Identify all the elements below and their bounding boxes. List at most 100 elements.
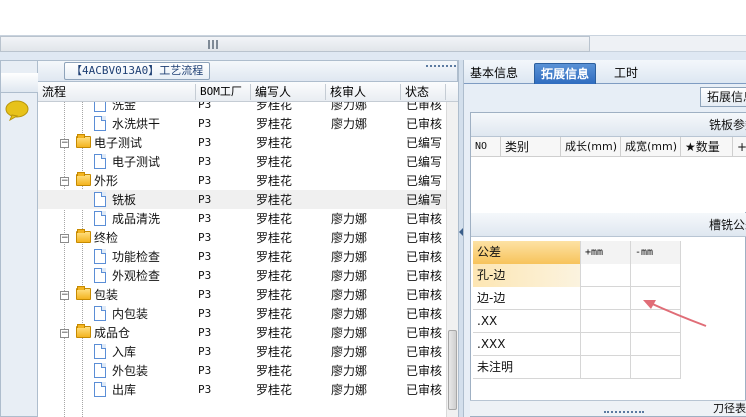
tree-row[interactable]: 外包装 P3 罗桂花 廖力娜 已审核 [38, 361, 446, 380]
extended-info-button[interactable]: 拓展信息 [700, 87, 746, 107]
tree-row-name: 电子测试 [112, 155, 161, 169]
document-icon [94, 249, 106, 264]
tree-row[interactable]: − 外形 P3 罗桂花 已编写 [38, 171, 446, 190]
collapse-handle-icon[interactable] [604, 411, 644, 415]
tree-row-writer: 罗桂花 [256, 136, 293, 150]
tree-row[interactable]: 外观检查 P3 罗桂花 廖力娜 已审核 [38, 266, 446, 285]
tree-row-status: 已审核 [406, 288, 443, 302]
tree-row[interactable]: 铣板 P3 罗桂花 已编写 [38, 190, 446, 209]
tolerance-row-label: 未注明 [473, 356, 581, 379]
mill-col-category[interactable]: 类别 [501, 137, 561, 157]
tolerance-col-plus[interactable]: +mm [581, 241, 631, 264]
detail-tabs: 基本信息 拓展信息 工时 [464, 60, 746, 84]
tree-row[interactable]: 内包装 P3 罗桂花 廖力娜 已审核 [38, 304, 446, 323]
tolerance-plus-cell[interactable] [581, 333, 631, 356]
tree-row[interactable]: 出库 P3 罗桂花 廖力娜 已审核 [38, 380, 446, 399]
tolerance-row[interactable]: .XXX [473, 333, 681, 356]
document-icon [94, 306, 106, 321]
tree-row-bom: P3 [198, 269, 212, 282]
column-header-status[interactable]: 状态 [401, 84, 446, 100]
tolerance-minus-cell[interactable] [631, 264, 681, 287]
tab-basic-info[interactable]: 基本信息 [464, 63, 524, 84]
tree-row-status: 已编写 [406, 155, 443, 169]
tolerance-plus-cell[interactable] [581, 310, 631, 333]
tree-row-reviewer: 廖力娜 [331, 117, 368, 131]
collapse-toggle-icon[interactable]: − [60, 329, 69, 338]
mill-params-header: 铣板参数 [471, 113, 746, 137]
tree-row-writer: 罗桂花 [256, 307, 293, 321]
tolerance-minus-cell[interactable] [631, 356, 681, 379]
tree-row-status: 已编写 [406, 193, 443, 207]
tree-row[interactable]: 功能检查 P3 罗桂花 廖力娜 已审核 [38, 247, 446, 266]
tree-row-writer: 罗桂花 [256, 231, 293, 245]
mill-col-no[interactable]: NO [471, 137, 501, 157]
tree-row-writer: 罗桂花 [256, 174, 293, 188]
tab-work-hours[interactable]: 工时 [608, 63, 644, 84]
detail-pane: 基本信息 拓展信息 工时 拓展信息 铣板参数 NO 类别 成长(mm) 成宽(m… [464, 60, 746, 417]
tolerance-plus-cell[interactable] [581, 264, 631, 287]
mill-params-columns: NO 类别 成长(mm) 成宽(mm) ★数量 + [471, 137, 746, 157]
tree-row-reviewer [331, 191, 401, 209]
tree-row[interactable]: − 包装 P3 罗桂花 廖力娜 已审核 [38, 285, 446, 304]
tree-row-name: 外包装 [112, 364, 149, 378]
tree-row-status: 已审核 [406, 383, 443, 397]
mill-col-add[interactable]: + [733, 137, 746, 157]
tree-scroll-thumb[interactable] [448, 330, 457, 410]
tree-row-reviewer: 廖力娜 [331, 231, 368, 245]
tree-row-name: 终检 [94, 231, 119, 245]
tree-row-reviewer: 廖力娜 [331, 345, 368, 359]
tolerance-row-label: .XXX [473, 333, 581, 356]
tolerance-col-name[interactable]: 公差 [473, 241, 581, 264]
tolerance-row[interactable]: 孔-边 [473, 264, 681, 287]
tree-row[interactable]: 水洗烘干 P3 罗桂花 廖力娜 已审核 [38, 114, 446, 133]
collapse-arrow-icon[interactable] [459, 228, 463, 236]
tree-vertical-scrollbar[interactable] [446, 102, 458, 417]
mill-col-quantity[interactable]: ★数量 [681, 137, 733, 157]
tree-row[interactable]: 入库 P3 罗桂花 廖力娜 已审核 [38, 342, 446, 361]
tree-row-reviewer [331, 134, 401, 152]
tree-row-reviewer: 廖力娜 [331, 383, 368, 397]
tree-row-reviewer: 廖力娜 [331, 364, 368, 378]
column-header-reviewer[interactable]: 核审人 [326, 84, 401, 100]
tree-row-reviewer: 廖力娜 [331, 288, 368, 302]
scroll-grip-icon[interactable] [208, 40, 218, 49]
tree-row[interactable]: 电子测试 P3 罗桂花 已编写 [38, 152, 446, 171]
document-icon [94, 268, 106, 283]
tolerance-row[interactable]: 未注明 [473, 356, 681, 379]
tree-row[interactable]: 成品清洗 P3 罗桂花 廖力娜 已审核 [38, 209, 446, 228]
tolerance-plus-cell[interactable] [581, 356, 631, 379]
document-icon [94, 382, 106, 397]
tree-row-name: 水洗烘干 [112, 117, 161, 131]
top-toolbar [0, 0, 746, 36]
tree-row[interactable]: 洗金 P3 罗桂花 廖力娜 已审核 [38, 102, 446, 114]
column-header-process[interactable]: 流程 [38, 84, 196, 100]
tree-row-bom: P3 [198, 364, 212, 377]
tree-row-writer: 罗桂花 [256, 326, 293, 340]
tree-row-name: 成品清洗 [112, 212, 161, 226]
mill-col-width[interactable]: 成宽(mm) [621, 137, 681, 157]
tree-row-writer: 罗桂花 [256, 364, 293, 378]
chat-bubble-icon[interactable] [4, 99, 30, 121]
tab-extended-info[interactable]: 拓展信息 [534, 63, 597, 84]
tolerance-col-minus[interactable]: -mm [631, 241, 681, 264]
tree-row-writer: 罗桂花 [256, 288, 293, 302]
tree-row[interactable]: − 电子测试 P3 罗桂花 已编写 [38, 133, 446, 152]
collapse-toggle-icon[interactable]: − [60, 234, 69, 243]
collapse-toggle-icon[interactable]: − [60, 177, 69, 186]
horizontal-scrollbar[interactable] [0, 36, 590, 52]
tree-row-reviewer: 廖力娜 [331, 250, 368, 264]
collapse-toggle-icon[interactable]: − [60, 139, 69, 148]
tolerance-plus-cell[interactable] [581, 287, 631, 310]
rail-tab[interactable] [1, 73, 39, 93]
column-header-bom[interactable]: BOM工厂 [196, 84, 251, 100]
tree-row-status: 已审核 [406, 102, 443, 112]
tree-row[interactable]: − 终检 P3 罗桂花 廖力娜 已审核 [38, 228, 446, 247]
tree-row-bom: P3 [198, 383, 212, 396]
workflow-title: 【4ACBV013A0】工艺流程 [64, 62, 211, 80]
mill-col-length[interactable]: 成长(mm) [561, 137, 621, 157]
tolerance-minus-cell[interactable] [631, 333, 681, 356]
tree-row[interactable]: − 成品仓 P3 罗桂花 廖力娜 已审核 [38, 323, 446, 342]
collapse-toggle-icon[interactable]: − [60, 291, 69, 300]
column-header-writer[interactable]: 编写人 [251, 84, 326, 100]
tree-row-name: 内包装 [112, 307, 149, 321]
